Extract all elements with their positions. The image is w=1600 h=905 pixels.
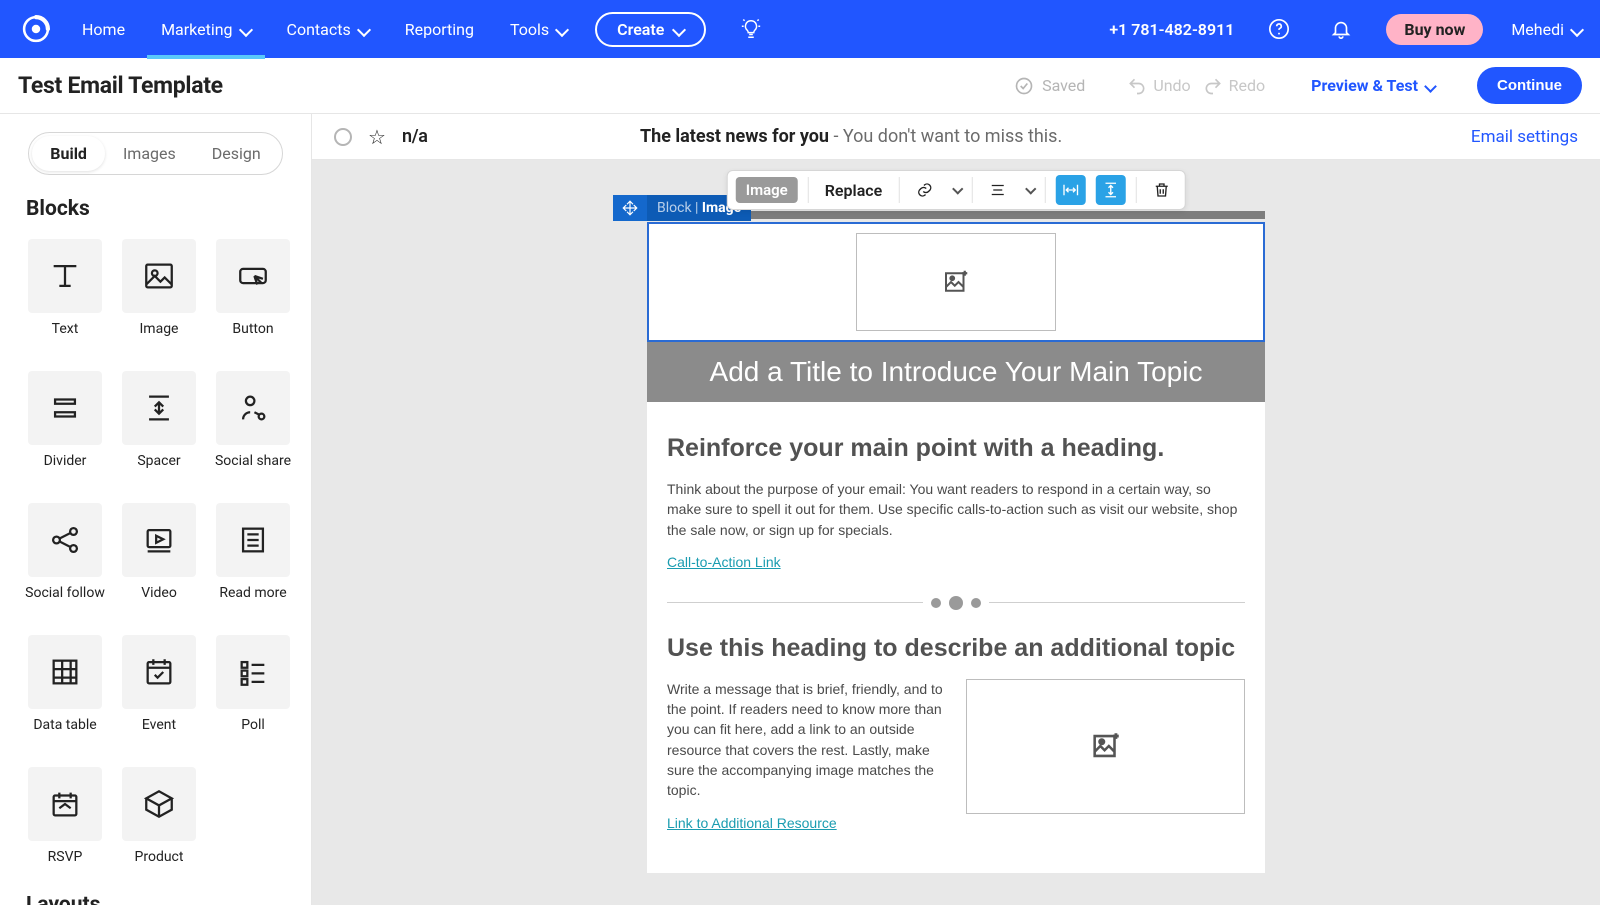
tab-images[interactable]: Images (105, 136, 194, 171)
chevron-down-icon[interactable] (1022, 181, 1034, 200)
heading-1[interactable]: Reinforce your main point with a heading… (667, 434, 1245, 463)
nav-home[interactable]: Home (82, 2, 125, 57)
block-read-more[interactable]: Read more (214, 503, 292, 601)
page-title: Test Email Template (18, 72, 223, 99)
page-header-bar: Test Email Template Saved Undo Redo Prev… (0, 58, 1600, 114)
block-image[interactable]: Image (120, 239, 198, 337)
unselected-radio-icon[interactable] (334, 128, 352, 146)
chevron-down-icon[interactable] (949, 181, 961, 200)
block-video[interactable]: Video (120, 503, 198, 601)
fit-height-icon[interactable] (1095, 175, 1125, 205)
global-top-bar: Home Marketing Contacts Reporting Tools … (0, 0, 1600, 58)
block-text[interactable]: Text (26, 239, 104, 337)
dot-divider[interactable] (667, 596, 1245, 610)
nav-contacts[interactable]: Contacts (287, 2, 369, 57)
star-icon[interactable]: ☆ (368, 125, 386, 149)
email-settings-link[interactable]: Email settings (1471, 127, 1578, 147)
save-status: Saved (1014, 76, 1085, 96)
chevron-down-icon (1426, 76, 1435, 95)
block-product[interactable]: Product (120, 767, 198, 865)
block-rsvp[interactable]: RSVP (26, 767, 104, 865)
cta-link-1[interactable]: Call-to-Action Link (667, 554, 781, 570)
sidebar-tabs: Build Images Design (28, 132, 282, 175)
block-social-share[interactable]: Social share (214, 371, 292, 469)
create-button[interactable]: Create (595, 12, 706, 47)
block-context-toolbar: Image Replace (727, 170, 1186, 210)
chevron-down-icon (1572, 20, 1582, 39)
block-spacer[interactable]: Spacer (120, 371, 198, 469)
cta-link-2[interactable]: Link to Additional Resource (667, 815, 837, 831)
align-icon[interactable] (982, 175, 1012, 205)
block-poll[interactable]: Poll (214, 635, 292, 733)
block-button[interactable]: Button (214, 239, 292, 337)
brand-logo[interactable] (18, 11, 54, 47)
preview-test-button[interactable]: Preview & Test (1311, 76, 1435, 95)
link-icon[interactable] (909, 175, 939, 205)
editor-canvas: ☆ n/a The latest news for you - You don'… (312, 114, 1600, 905)
chevron-down-icon (359, 20, 369, 39)
block-event[interactable]: Event (120, 635, 198, 733)
block-type-pill: Image (736, 177, 798, 203)
selected-image-block[interactable] (647, 222, 1265, 342)
email-subject[interactable]: The latest news for you - You don't want… (640, 126, 1062, 147)
section-layouts-title: Layouts (0, 879, 311, 905)
block-divider[interactable]: Divider (26, 371, 104, 469)
replace-button[interactable]: Replace (819, 177, 888, 204)
title-band[interactable]: Add a Title to Introduce Your Main Topic (647, 342, 1265, 402)
image-placeholder-2[interactable] (966, 679, 1245, 814)
paragraph-1[interactable]: Think about the purpose of your email: Y… (667, 479, 1245, 540)
undo-button[interactable]: Undo (1127, 76, 1190, 96)
section-blocks-title: Blocks (0, 183, 311, 225)
fit-width-icon[interactable] (1055, 175, 1085, 205)
chevron-down-icon (557, 20, 567, 39)
block-social-follow[interactable]: Social follow (26, 503, 104, 601)
heading-2[interactable]: Use this heading to describe an addition… (667, 634, 1245, 663)
paragraph-2[interactable]: Write a message that is brief, friendly,… (667, 679, 946, 801)
image-placeholder[interactable] (856, 233, 1056, 331)
email-body[interactable]: Add a Title to Introduce Your Main Topic… (647, 222, 1265, 873)
chevron-down-icon (241, 20, 251, 39)
bell-icon[interactable] (1324, 12, 1358, 46)
canvas-header: ☆ n/a The latest news for you - You don'… (312, 114, 1600, 160)
buy-now-button[interactable]: Buy now (1386, 14, 1483, 45)
nav-reporting[interactable]: Reporting (405, 2, 474, 57)
phone-number: +1 781-482-8911 (1109, 20, 1234, 39)
continue-button[interactable]: Continue (1477, 67, 1582, 104)
left-sidebar: Build Images Design Blocks Text Image Bu… (0, 114, 312, 905)
lightbulb-icon[interactable] (734, 12, 768, 46)
nav-marketing[interactable]: Marketing (161, 2, 250, 57)
help-icon[interactable] (1262, 12, 1296, 46)
drag-handle-icon[interactable] (613, 195, 647, 221)
chevron-down-icon (674, 20, 684, 39)
nav-tools[interactable]: Tools (510, 2, 567, 57)
trash-icon[interactable] (1146, 175, 1176, 205)
from-value: n/a (402, 126, 428, 147)
redo-button[interactable]: Redo (1203, 76, 1266, 96)
block-data-table[interactable]: Data table (26, 635, 104, 733)
user-menu[interactable]: Mehedi (1511, 20, 1582, 39)
tab-design[interactable]: Design (194, 136, 279, 171)
tab-build[interactable]: Build (32, 136, 105, 171)
